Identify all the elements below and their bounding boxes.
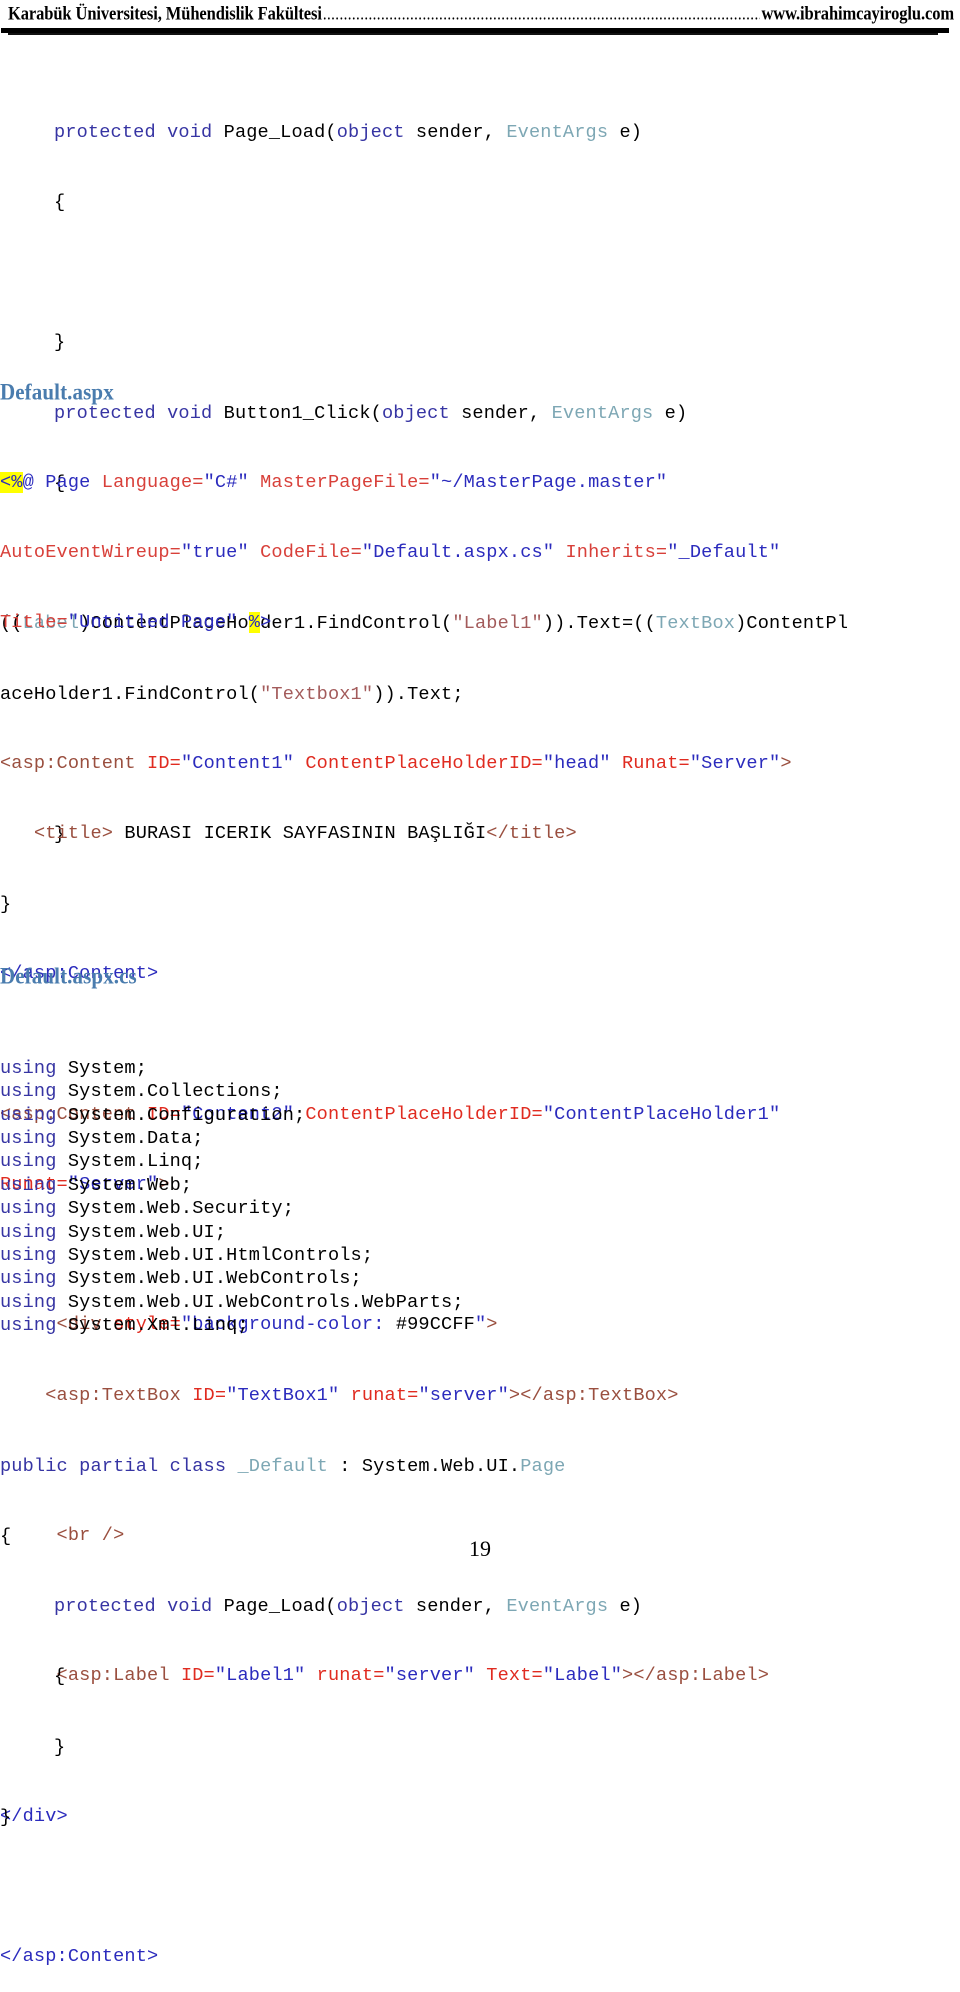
page-number: 19 <box>469 1536 491 1561</box>
using-keyword: using <box>0 1151 57 1173</box>
code-line: } <box>54 1736 66 1758</box>
using-keyword: using <box>0 1221 57 1243</box>
header-institution: Karabük Üniversitesi, Mühendislik Fakült… <box>8 2 322 25</box>
using-keyword: using <box>0 1081 57 1103</box>
using-keyword: using <box>0 1268 57 1290</box>
code-line: protected void Button1_Click(object send… <box>54 402 688 424</box>
code-line-using: using System.Web.UI.HtmlControls; <box>0 1244 960 1267</box>
code-block-codebehind: using System; using System.Collections; us… <box>0 1010 960 1853</box>
code-line-directive: <%@ Page Language="C#" MasterPageFile="~… <box>0 471 668 493</box>
using-namespace: System.Configuration; <box>56 1104 306 1126</box>
using-namespace: System.Linq; <box>56 1151 204 1173</box>
code-line-pageload: protected void Page_Load(object sender, … <box>54 1596 643 1618</box>
code-line-using: using System.Web.UI.WebControls; <box>0 1267 960 1290</box>
code-line-using: using System.Web.UI.WebControls.WebParts… <box>0 1291 960 1314</box>
using-keyword: using <box>0 1245 57 1267</box>
code-line-directive: Title="Untitled Page" %> <box>0 612 272 634</box>
code-line: } <box>54 332 66 354</box>
code-line: } <box>0 1806 12 1828</box>
using-namespace: System.Web; <box>56 1174 193 1196</box>
using-namespace: System; <box>56 1057 148 1079</box>
code-line-using: using System.Web; <box>0 1174 960 1197</box>
code-line-content1-open: <asp:Content ID="Content1" ContentPlaceH… <box>0 752 792 774</box>
header-dot-leader: ........................................… <box>322 5 761 25</box>
code-line-using: using System.Data; <box>0 1127 960 1150</box>
code-line-using: using System.Web.UI; <box>0 1221 960 1244</box>
using-namespace: System.Web.UI.WebControls.WebParts; <box>56 1291 464 1313</box>
code-line-class-decl: public partial class _Default : System.W… <box>0 1455 566 1477</box>
using-keyword: using <box>0 1291 57 1313</box>
using-keyword: using <box>0 1174 57 1196</box>
code-line-content1-close: </asp:Content> <box>0 963 159 985</box>
using-namespace: System.Web.UI.HtmlControls; <box>56 1245 374 1267</box>
code-line-using: using System.Linq; <box>0 1150 960 1173</box>
code-line: { <box>54 192 66 214</box>
using-namespace: System.Xml.Linq; <box>56 1315 249 1337</box>
using-namespace: System.Collections; <box>56 1081 283 1103</box>
code-line: protected void Page_Load(object sender, … <box>54 121 643 143</box>
code-line-using: using System.Configuration; <box>0 1104 960 1127</box>
using-keyword: using <box>0 1198 57 1220</box>
using-keyword: using <box>0 1057 57 1079</box>
using-keyword: using <box>0 1104 57 1126</box>
using-namespace: System.Web.UI.WebControls; <box>56 1268 362 1290</box>
code-line: { <box>54 1666 66 1688</box>
code-line-directive: AutoEventWireup="true" CodeFile="Default… <box>0 542 781 564</box>
code-line-using: using System.Web.Security; <box>0 1197 960 1220</box>
code-line-using: using System; <box>0 1057 960 1080</box>
using-namespace: System.Web.Security; <box>56 1198 295 1220</box>
using-namespace: System.Data; <box>56 1128 204 1150</box>
code-line-using: using System.Xml.Linq; <box>0 1314 960 1337</box>
file-heading-default-aspx-cs: Default.aspx.cs <box>0 962 137 989</box>
header-website: www.ibrahimcayiroglu.com <box>761 2 954 25</box>
code-line-title: <title> BURASI ICERIK SAYFASININ BAŞLIĞI… <box>33 822 577 844</box>
file-heading-default-aspx: Default.aspx <box>0 378 114 405</box>
code-line-content2-close: </asp:Content> <box>0 1946 159 1968</box>
using-namespace: System.Web.UI; <box>56 1221 227 1243</box>
code-line-using: using System.Collections; <box>0 1080 960 1103</box>
using-keyword: using <box>0 1128 57 1150</box>
header-divider-shadow <box>8 33 938 35</box>
header-line: Karabük Üniversitesi, Mühendislik Fakült… <box>8 2 954 26</box>
using-keyword: using <box>0 1315 57 1337</box>
